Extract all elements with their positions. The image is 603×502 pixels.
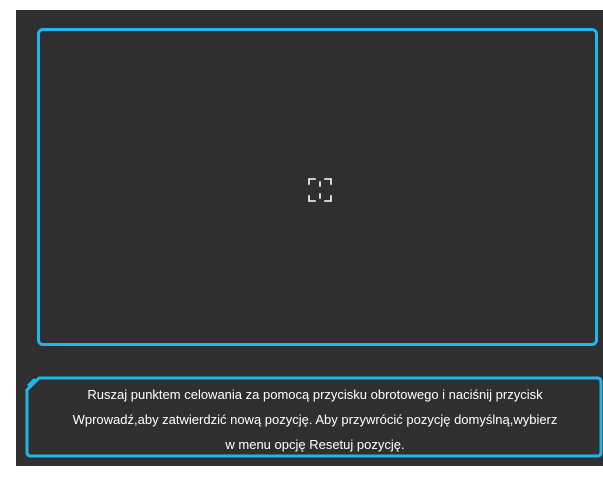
instruction-text: Ruszaj punktem celowania za pomocą przyc… bbox=[35, 382, 595, 457]
aim-area-frame bbox=[37, 28, 598, 346]
crosshair-icon[interactable] bbox=[302, 176, 338, 204]
instruction-line-2: Wprowadź,aby zatwierdzić nową pozycję. A… bbox=[72, 412, 558, 427]
instruction-line-1: Ruszaj punktem celowania za pomocą przyc… bbox=[87, 387, 543, 402]
osd-screen: Ruszaj punktem celowania za pomocą przyc… bbox=[16, 10, 603, 466]
instruction-line-3: w menu opcję Resetuj pozycję. bbox=[225, 437, 405, 452]
instruction-panel: Ruszaj punktem celowania za pomocą przyc… bbox=[25, 376, 603, 458]
